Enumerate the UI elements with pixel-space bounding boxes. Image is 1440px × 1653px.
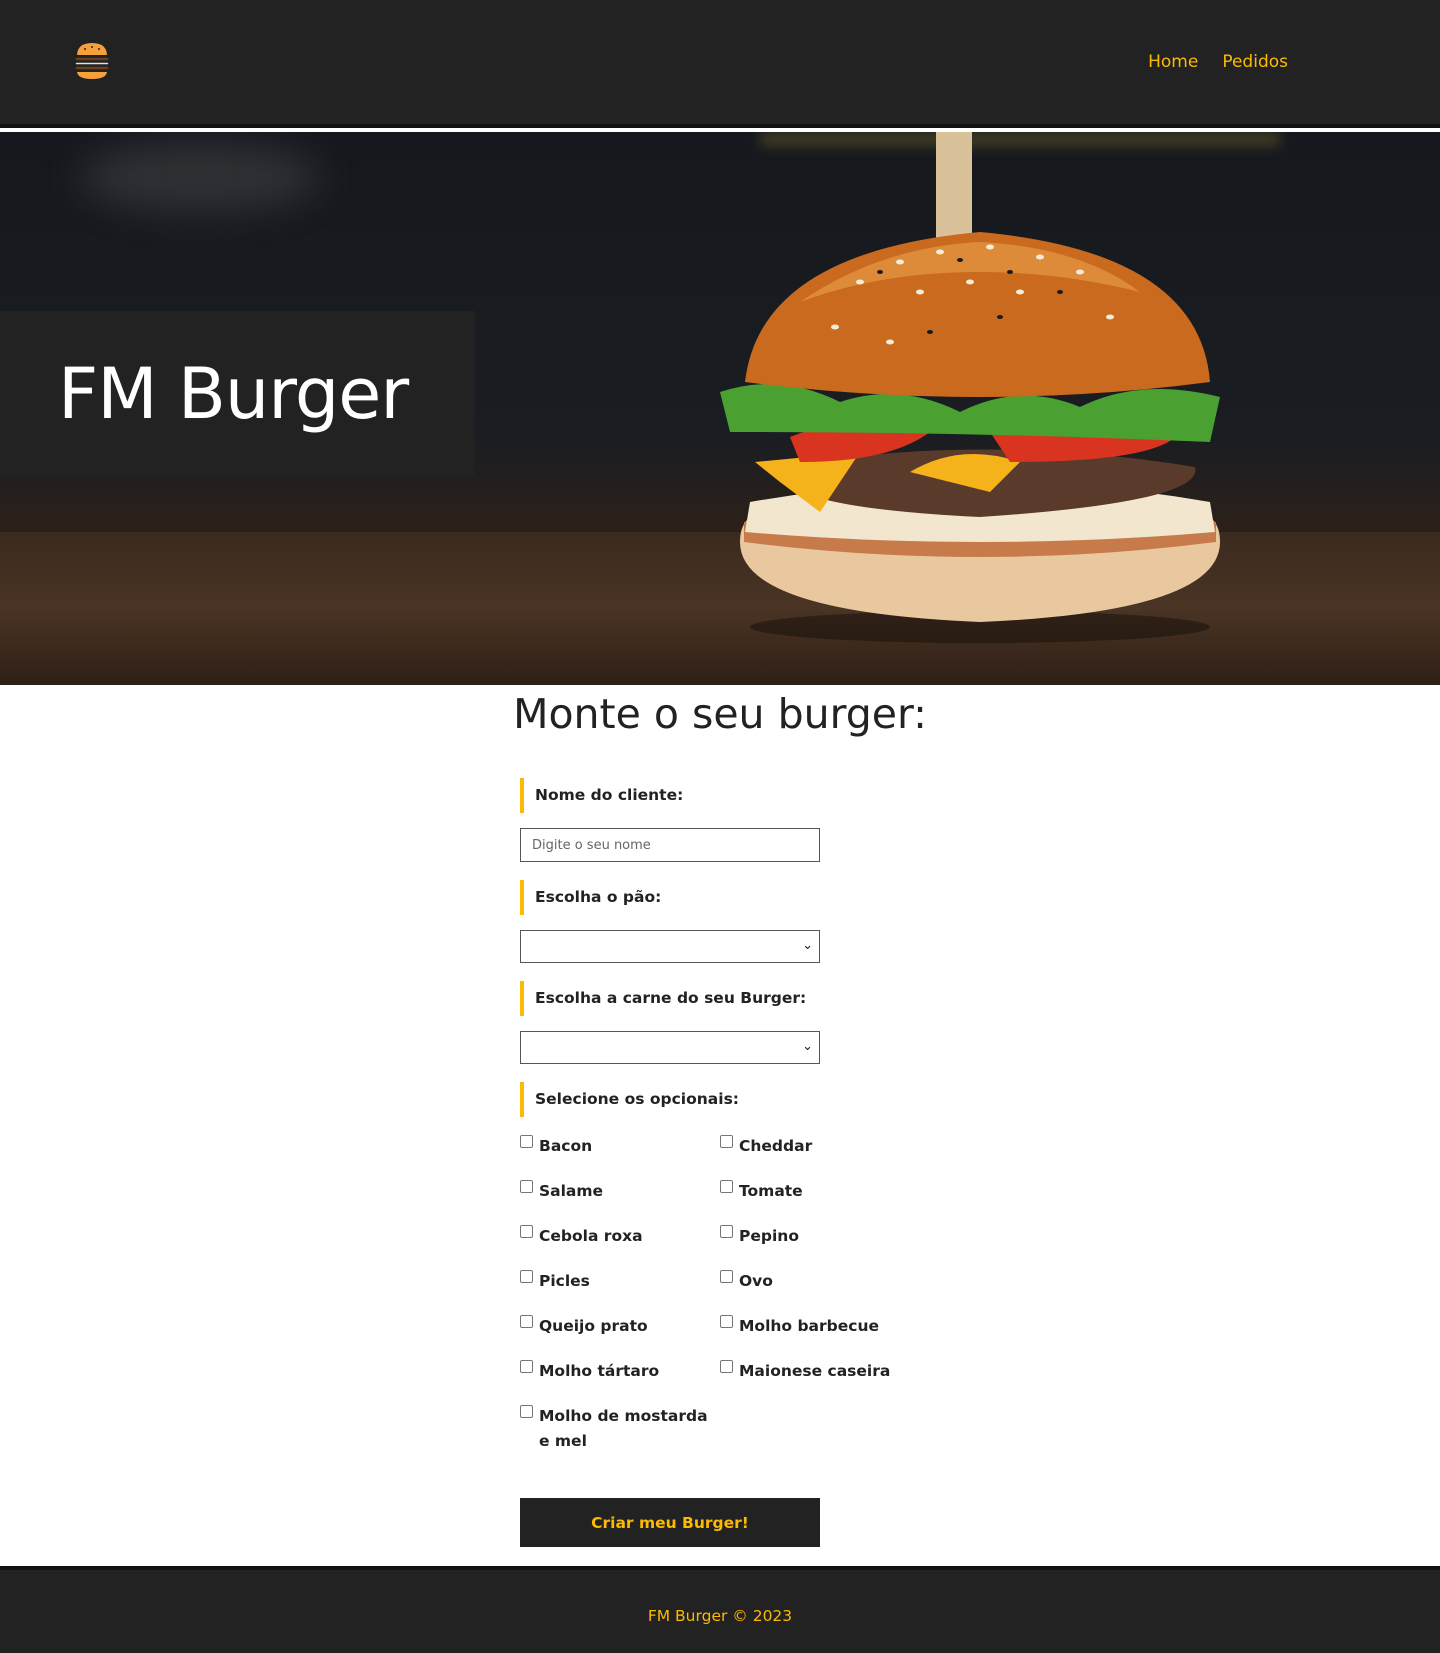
footer-copyright: FM Burger © 2023 [647, 1607, 793, 1625]
option-label: Molho tártaro [539, 1362, 660, 1380]
option-label: Cebola roxa [539, 1227, 643, 1245]
option-checkbox[interactable] [520, 1225, 533, 1238]
option-label: Pepino [739, 1227, 799, 1245]
nav-links: Home Pedidos [1148, 52, 1288, 72]
option-checkbox[interactable] [520, 1180, 533, 1193]
option-tomate: Tomate [720, 1172, 920, 1217]
option-label: Cheddar [739, 1137, 813, 1155]
option-checkbox[interactable] [720, 1135, 733, 1148]
options-field-label: Selecione os opcionais: [520, 1082, 920, 1117]
option-checkbox[interactable] [720, 1315, 733, 1328]
option-checkbox[interactable] [720, 1180, 733, 1193]
hero-title: FM Burger [58, 353, 409, 435]
option-label: Bacon [539, 1137, 593, 1155]
nav-link-pedidos[interactable]: Pedidos [1222, 52, 1288, 72]
option-checkbox[interactable] [520, 1405, 533, 1418]
option-pepino: Pepino [720, 1217, 920, 1262]
option-cheddar: Cheddar [720, 1127, 920, 1172]
chevron-down-icon: ⌄ [802, 1039, 813, 1054]
option-checkbox[interactable] [520, 1315, 533, 1328]
option-checkbox[interactable] [720, 1225, 733, 1238]
option-label: Molho barbecue [739, 1317, 880, 1335]
option-bacon: Bacon [520, 1127, 720, 1172]
burger-form: Nome do cliente: Escolha o pão: ⌄ Escolh… [520, 778, 920, 1461]
hero-burger-image [720, 132, 1220, 643]
meat-field-label: Escolha a carne do seu Burger: [520, 981, 920, 1016]
option-checkbox[interactable] [520, 1270, 533, 1283]
name-field-label: Nome do cliente: [520, 778, 920, 813]
bread-select[interactable]: ⌄ [520, 930, 820, 963]
option-label: Tomate [739, 1182, 803, 1200]
option-label: Queijo prato [539, 1317, 648, 1335]
meat-select[interactable]: ⌄ [520, 1031, 820, 1064]
option-salame: Salame [520, 1172, 720, 1217]
options-grid: Bacon Cheddar Salame Tomate Cebola roxa … [520, 1127, 920, 1461]
footer: FM Burger © 2023 [0, 1566, 1440, 1653]
option-queijo-prato: Queijo prato [520, 1307, 720, 1352]
option-label: Molho de mostarda e mel [539, 1407, 708, 1450]
option-molho-barbecue: Molho barbecue [720, 1307, 920, 1352]
option-picles: Picles [520, 1262, 720, 1307]
option-molho-tartaro: Molho tártaro [520, 1352, 720, 1397]
option-cebola-roxa: Cebola roxa [520, 1217, 720, 1262]
option-checkbox[interactable] [520, 1135, 533, 1148]
hero-banner: FM Burger [0, 132, 1440, 685]
option-ovo: Ovo [720, 1262, 920, 1307]
option-label: Maionese caseira [739, 1362, 891, 1380]
option-maionese-caseira: Maionese caseira [720, 1352, 920, 1397]
name-input[interactable] [520, 828, 820, 862]
chevron-down-icon: ⌄ [802, 938, 813, 953]
option-label: Ovo [739, 1272, 773, 1290]
option-molho-mostarda-mel: Molho de mostarda e mel [520, 1397, 720, 1461]
page-title: Monte o seu burger: [513, 690, 927, 738]
bread-field-label: Escolha o pão: [520, 880, 920, 915]
create-burger-button[interactable]: Criar meu Burger! [520, 1498, 820, 1547]
option-checkbox[interactable] [720, 1360, 733, 1373]
option-checkbox[interactable] [520, 1360, 533, 1373]
option-label: Salame [539, 1182, 604, 1200]
nav-link-home[interactable]: Home [1148, 52, 1198, 72]
navbar: Home Pedidos [0, 0, 1440, 128]
option-checkbox[interactable] [720, 1270, 733, 1283]
burger-logo-icon[interactable] [72, 40, 112, 82]
hero-bokeh [80, 142, 320, 212]
hero-title-box: FM Burger [0, 311, 475, 477]
option-label: Picles [539, 1272, 590, 1290]
